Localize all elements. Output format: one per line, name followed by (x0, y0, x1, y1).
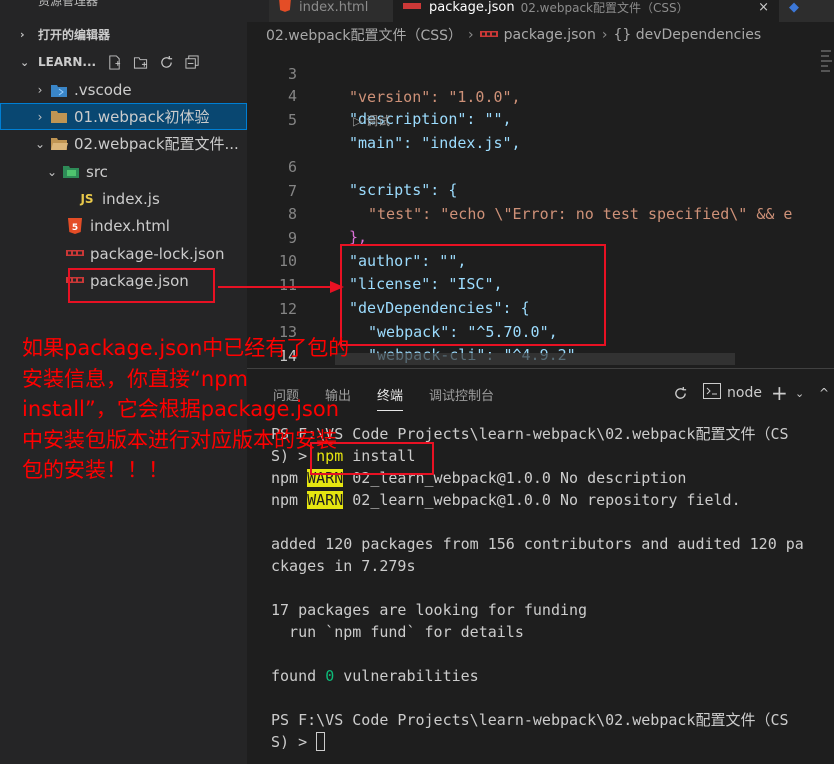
project-header[interactable]: ⌄ LEARN... (0, 50, 247, 74)
tree-item-label: .vscode (74, 80, 132, 99)
tree-item-label: index.js (102, 189, 160, 208)
code-line: 4 "description": "", (247, 62, 834, 128)
project-label: LEARN... (38, 55, 97, 69)
horizontal-scrollbar[interactable] (335, 353, 735, 365)
tab-package-json[interactable]: package.json 02.webpack配置文件（CSS） × (393, 0, 779, 22)
terminal-line: found 0 vulnerabilities (271, 665, 831, 687)
terminal-line: S) > (271, 731, 831, 753)
highlight-box-package-json (68, 268, 215, 303)
explorer-title: 资源管理器 (38, 0, 99, 8)
tree-item-index-js[interactable]: JS index.js (0, 185, 247, 212)
code-line: 6 "scripts": { (247, 133, 834, 199)
tree-item-package-lock[interactable]: package-lock.json (0, 240, 247, 267)
highlight-box-devdependencies (340, 244, 606, 346)
chevron-up-icon[interactable]: ^ (819, 383, 829, 403)
tree-item-01-webpack[interactable]: › 01.webpack初体验 (0, 103, 247, 130)
tab-index-html[interactable]: index.html (269, 0, 393, 22)
tab-extra[interactable]: ◆ (779, 0, 834, 22)
folder-open-icon (48, 135, 70, 153)
close-icon[interactable]: × (758, 0, 769, 15)
chevron-right-icon: › (37, 82, 43, 97)
tab-debug-console[interactable]: 调试控制台 (429, 385, 494, 411)
annotation-line: 安装信息，你直接“npm (22, 366, 248, 391)
code-line: 5 "main": "index.js", (247, 86, 834, 152)
terminal-text: vulnerabilities (334, 667, 479, 685)
annotation-line: install”，它会根据package.json (22, 397, 339, 421)
tree-item-label: 01.webpack初体验 (74, 108, 210, 126)
terminal-line: 17 packages are looking for funding (271, 601, 588, 619)
tree-item-index-html[interactable]: 5 index.html (0, 212, 247, 239)
terminal-text: found (271, 667, 326, 685)
new-file-icon[interactable] (106, 54, 123, 71)
tree-item-02-webpack[interactable]: ⌄ 02.webpack配置文件... (0, 130, 247, 157)
annotation-line: 如果package.json中已经有了包的 (22, 336, 350, 360)
refresh-icon[interactable] (158, 54, 175, 71)
breadcrumb-folder[interactable]: 02.webpack配置文件（CSS） (266, 25, 462, 45)
code-line: 3 "version": "1.0.0", (247, 48, 834, 106)
terminal-selector[interactable]: node (703, 383, 762, 403)
terminal-line: ckages in 7.279s (271, 557, 416, 575)
terminal-line: run `npm fund` for details (271, 623, 524, 641)
chevron-right-icon: › (20, 27, 25, 41)
tree-item-label: index.html (90, 216, 170, 235)
chevron-right-icon: › (37, 109, 43, 124)
terminal-line: PS F:\VS Code Projects\learn-webpack\02.… (271, 711, 789, 729)
chevron-down-icon: ⌄ (20, 55, 30, 69)
tree-item-src[interactable]: ⌄ src (0, 158, 247, 185)
terminal-text: S) > (271, 733, 317, 751)
collapse-all-icon[interactable] (184, 54, 201, 71)
minimap[interactable] (820, 48, 834, 78)
terminal-line: added 120 packages from 156 contributors… (271, 535, 804, 553)
terminal-text: 02_learn_webpack@1.0.0 No repository fie… (343, 491, 741, 509)
chevron-down-icon: ⌄ (34, 136, 46, 151)
annotation-text: 如果package.json中已经有了包的 安装信息，你直接“npm insta… (22, 333, 372, 486)
svg-text:5: 5 (72, 223, 78, 233)
terminal-name: node (727, 385, 762, 401)
annotation-line: 包的安装！！！ (22, 458, 169, 482)
add-terminal-icon[interactable]: + (771, 381, 788, 405)
breadcrumb: 02.webpack配置文件（CSS） › package.json › {} … (247, 22, 834, 48)
terminal-text: npm (271, 491, 308, 509)
tree-item-label: 02.webpack配置文件... (74, 135, 239, 153)
warn-badge: WARN (307, 491, 344, 509)
open-editors-header[interactable]: › 打开的编辑器 (0, 22, 247, 46)
code-line: 7 "test": "echo \"Error: no test specifi… (247, 157, 834, 223)
vulnerability-count: 0 (325, 667, 335, 685)
refresh-icon[interactable] (673, 383, 688, 403)
tab-label: index.html (299, 0, 369, 15)
tree-item-label: package-lock.json (90, 244, 225, 263)
folder-icon (48, 108, 70, 126)
tree-item-vscode[interactable]: › .vscode (0, 76, 247, 103)
line-number: 5 (287, 111, 297, 129)
chevron-down-icon[interactable]: ⌄ (795, 383, 804, 403)
npm-icon (479, 27, 498, 43)
terminal-icon (703, 383, 721, 403)
tab-terminal[interactable]: 终端 (377, 385, 404, 411)
chevron-right-icon: › (468, 27, 474, 43)
terminal-line: npm WARN 02_learn_webpack@1.0.0 No repos… (271, 489, 831, 511)
breadcrumb-symbol[interactable]: {} devDependencies (613, 27, 761, 43)
tab-description: 02.webpack配置文件（CSS） (520, 0, 689, 15)
chevron-right-icon: › (601, 27, 608, 43)
html5-icon: 5 (64, 217, 86, 235)
tree-item-label: src (86, 162, 108, 181)
code-line: 8 }, (247, 180, 834, 246)
open-editors-label: 打开的编辑器 (38, 27, 111, 42)
src-folder-icon (60, 163, 82, 181)
vscode-folder-icon (48, 81, 70, 99)
npm-icon (403, 0, 421, 15)
debug-codelens[interactable]: ▷ 调试 (353, 112, 390, 129)
chevron-down-icon: ⌄ (46, 164, 58, 179)
new-folder-icon[interactable] (132, 54, 149, 71)
js-file-icon: JS (80, 191, 94, 206)
terminal-cursor[interactable] (316, 732, 326, 751)
code-line: 9 "author": "", (247, 204, 834, 270)
tab-label: package.json (429, 0, 515, 15)
annotation-line: 中安装包版本进行对应版本的安装 (22, 427, 337, 452)
editor-tabs: index.html package.json 02.webpack配置文件（C… (247, 0, 834, 22)
settings-file-icon: ◆ (789, 0, 799, 15)
html5-icon (279, 0, 291, 16)
npm-icon (64, 245, 86, 263)
breadcrumb-file[interactable]: package.json (504, 27, 596, 43)
